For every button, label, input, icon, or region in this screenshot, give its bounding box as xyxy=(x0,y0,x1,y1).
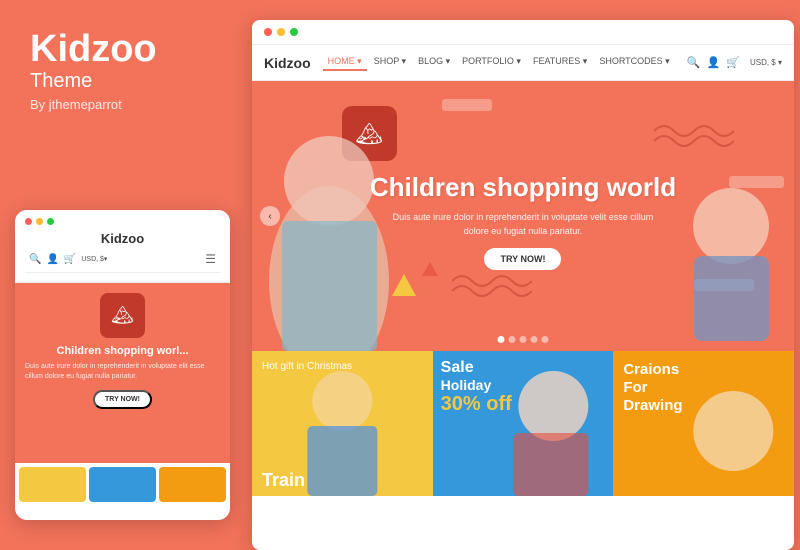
nav-item-features[interactable]: FEATURES ▾ xyxy=(528,54,592,71)
mobile-hero-desc: Duis aute irure dolor in reprehenderit i… xyxy=(25,362,220,382)
mobile-menu-icon[interactable]: ☰ xyxy=(205,252,216,266)
mobile-card-blue xyxy=(89,467,156,502)
sale-percent: 30% off xyxy=(441,393,512,416)
desktop-dot-green xyxy=(290,28,298,36)
sale-label-middle: Holiday xyxy=(441,377,512,393)
hero-dot-5[interactable] xyxy=(542,336,549,343)
mobile-nav-icons: 🔍 👤 🛒 USD, $▾ ☰ xyxy=(25,250,220,268)
desktop-dot-red xyxy=(264,28,272,36)
mobile-currency-label: USD, $▾ xyxy=(81,255,107,263)
mobile-dot-red xyxy=(25,218,32,225)
deco-waves-top-right xyxy=(654,121,734,151)
mobile-bottom-cards xyxy=(15,463,230,506)
product-card-crayons[interactable]: CraionsForDrawing xyxy=(613,351,794,496)
deco-waves-bottom-left xyxy=(452,271,532,301)
desktop-title-bar xyxy=(252,20,794,45)
mobile-divider xyxy=(25,272,220,273)
mobile-left-icons: 🔍 👤 🛒 USD, $▾ xyxy=(29,254,107,265)
nav-item-shortcodes[interactable]: SHORTCODES ▾ xyxy=(594,54,674,71)
mobile-hero-title: Children shopping worl... xyxy=(25,344,220,358)
mobile-card-yellow xyxy=(19,467,86,502)
brand-subtitle: Theme xyxy=(30,70,230,93)
mobile-window-dots xyxy=(25,218,220,225)
mobile-user-icon[interactable]: 👤 xyxy=(46,254,58,265)
mobile-dot-yellow xyxy=(36,218,43,225)
brand-title: Kidzoo xyxy=(30,30,230,68)
hero-dot-1[interactable] xyxy=(498,336,505,343)
sale-tag: Sale Holiday 30% off xyxy=(441,359,512,416)
mobile-dot-green xyxy=(47,218,54,225)
hot-gift-small-label: Hot gift in Christmas xyxy=(262,361,352,372)
left-panel: Kidzoo Theme By jthemeparrot Kidzoo 🔍 👤 … xyxy=(0,0,250,550)
hero-prev-button[interactable]: ‹ xyxy=(260,206,280,226)
nav-item-home[interactable]: HOME ▾ xyxy=(323,54,367,71)
nav-cart-icon[interactable]: 🛒 xyxy=(726,56,740,69)
mobile-hero: 🏔 Children shopping worl... Duis aute ir… xyxy=(15,283,230,463)
hero-content: Children shopping world Duis aute irure … xyxy=(370,172,676,270)
deco-rect-top xyxy=(442,99,492,111)
product-card-hot-gift[interactable]: Hot gift in Christmas Train xyxy=(252,351,433,496)
product-card-sale[interactable]: Sale Holiday 30% off xyxy=(433,351,614,496)
mobile-search-icon[interactable]: 🔍 xyxy=(29,254,41,265)
crayons-title: CraionsForDrawing xyxy=(623,361,682,415)
mobile-mockup: Kidzoo 🔍 👤 🛒 USD, $▾ ☰ 🏔 Children shoppi… xyxy=(15,210,230,520)
mobile-brand-name: Kidzoo xyxy=(25,231,220,246)
hero-dot-3[interactable] xyxy=(520,336,527,343)
nav-item-blog[interactable]: BLOG ▾ xyxy=(413,54,455,71)
hot-gift-title: Train xyxy=(262,471,305,491)
nav-item-shop[interactable]: SHOP ▾ xyxy=(369,54,411,71)
hero-baby-image xyxy=(679,171,784,341)
nav-item-portfolio[interactable]: PORTFOLIO ▾ xyxy=(457,54,526,71)
desktop-nav: Kidzoo HOME ▾ SHOP ▾ BLOG ▾ PORTFOLIO ▾ … xyxy=(252,45,794,81)
nav-user-icon[interactable]: 👤 xyxy=(707,56,721,69)
hero-dots xyxy=(498,336,549,343)
brand-by: By jthemeparrot xyxy=(30,97,230,112)
hero-title: Children shopping world xyxy=(370,172,676,203)
nav-currency[interactable]: USD, $ ▾ xyxy=(750,58,782,67)
desktop-hero: 🏔 Children shopping world Duis aute irur… xyxy=(252,81,794,351)
sale-label-top: Sale xyxy=(441,359,512,377)
nav-search-icon[interactable]: 🔍 xyxy=(687,56,701,69)
mobile-cart-icon[interactable]: 🛒 xyxy=(64,254,76,265)
desktop-bottom-cards: Hot gift in Christmas Train Sale Holiday… xyxy=(252,351,794,496)
mobile-top-bar: Kidzoo 🔍 👤 🛒 USD, $▾ ☰ xyxy=(15,210,230,283)
nav-items: HOME ▾ SHOP ▾ BLOG ▾ PORTFOLIO ▾ FEATURE… xyxy=(323,54,683,71)
hero-dot-4[interactable] xyxy=(531,336,538,343)
desktop-dot-yellow xyxy=(277,28,285,36)
mobile-cta-button[interactable]: TRY NOW! xyxy=(93,390,152,409)
hero-dot-2[interactable] xyxy=(509,336,516,343)
nav-icons: 🔍 👤 🛒 USD, $ ▾ xyxy=(687,56,782,69)
nav-brand: Kidzoo xyxy=(264,55,311,71)
mobile-logo-box: 🏔 xyxy=(100,293,145,338)
desktop-mockup: Kidzoo HOME ▾ SHOP ▾ BLOG ▾ PORTFOLIO ▾ … xyxy=(252,20,794,550)
mobile-card-orange xyxy=(159,467,226,502)
hero-cta-button[interactable]: TRY NOW! xyxy=(484,248,561,270)
hero-desc: Duis aute irure dolor in reprehenderit i… xyxy=(383,211,663,238)
mobile-logo-icon: 🏔 xyxy=(111,305,134,326)
